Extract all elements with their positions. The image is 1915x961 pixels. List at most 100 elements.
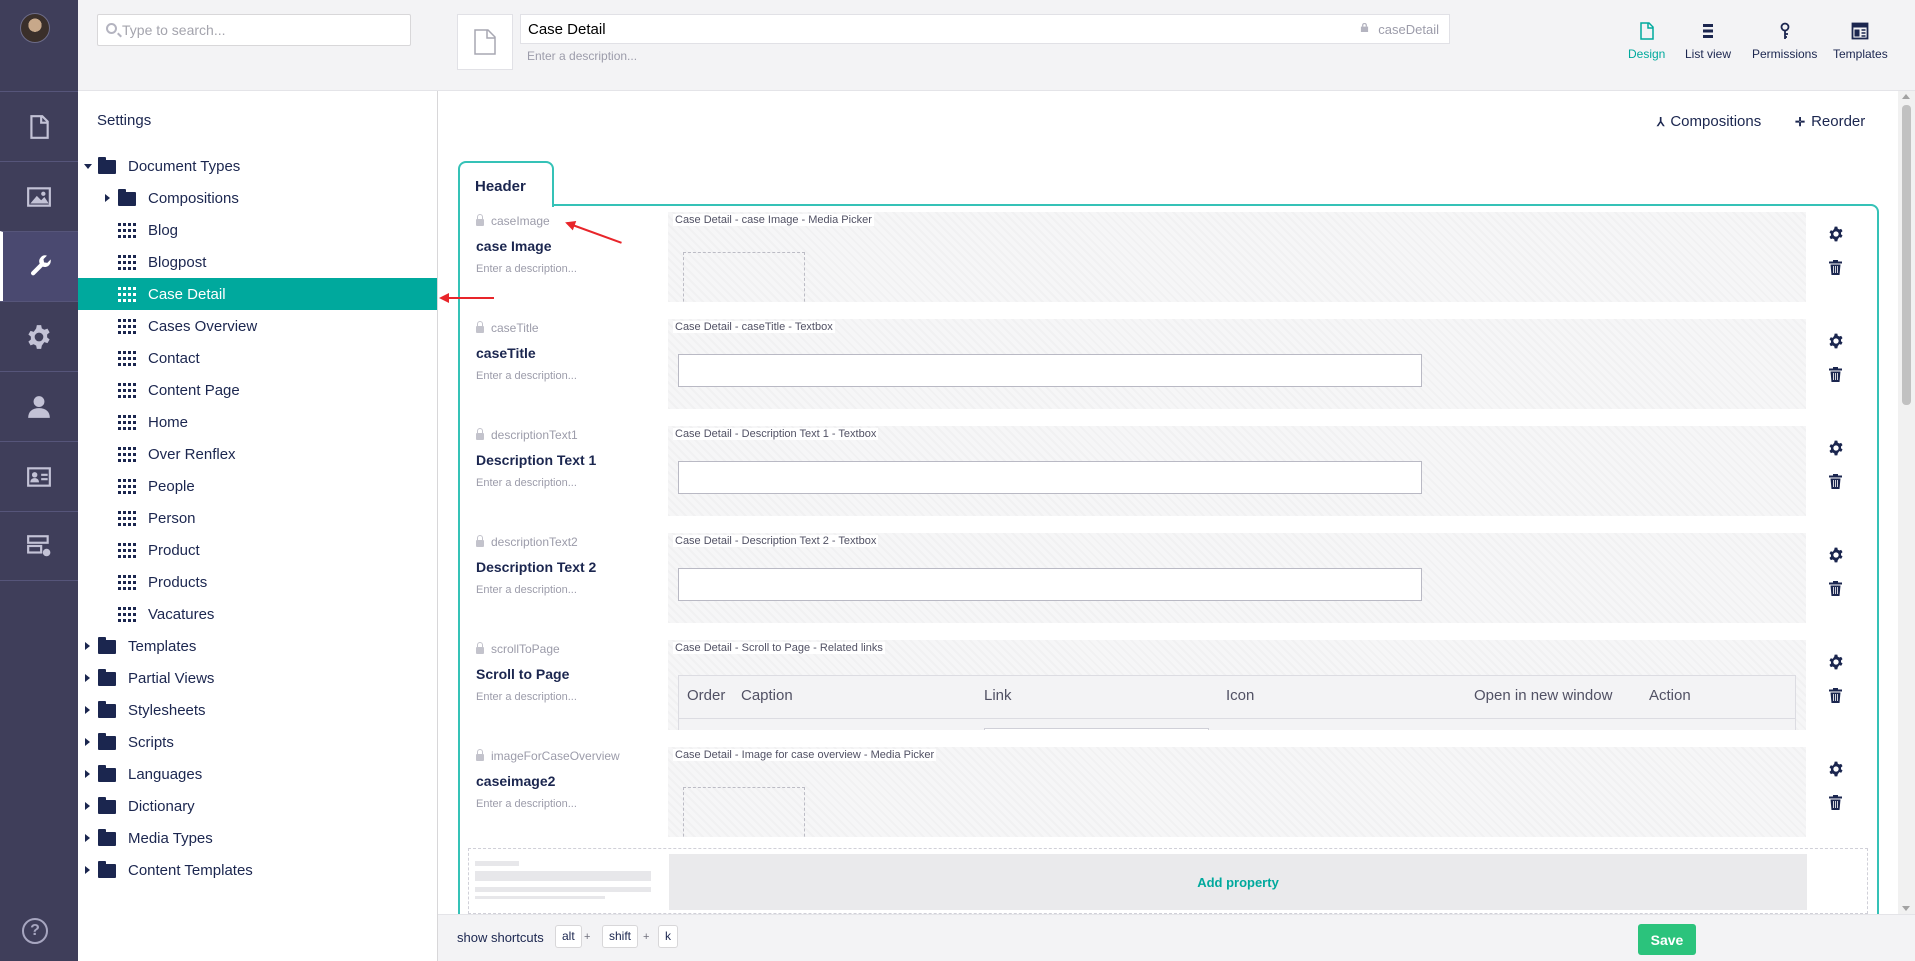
trash-icon[interactable]	[1829, 688, 1842, 703]
description-field[interactable]: Enter a description...	[527, 49, 637, 63]
compositions-button[interactable]: ⅄ Compositions	[1657, 113, 1761, 130]
tree-node-contact[interactable]: Contact	[78, 342, 437, 374]
avatar[interactable]	[20, 13, 50, 43]
search-field[interactable]	[97, 14, 411, 46]
gear-icon[interactable]	[1828, 547, 1844, 563]
tree-node-dictionary[interactable]: Dictionary	[78, 790, 437, 822]
members-section-button[interactable]	[0, 441, 78, 511]
tree-node-people[interactable]: People	[78, 470, 437, 502]
chevron-right-icon[interactable]	[85, 866, 90, 874]
tree-node-templates[interactable]: Templates	[78, 630, 437, 662]
users-section-button[interactable]	[0, 371, 78, 441]
name-field[interactable]: Case Detail caseDetail	[520, 14, 1450, 44]
forms-section-button[interactable]	[0, 511, 78, 581]
chevron-right-icon[interactable]	[85, 770, 90, 778]
tree-node-scripts[interactable]: Scripts	[78, 726, 437, 758]
packages-section-button[interactable]	[0, 301, 78, 371]
id-card-icon	[27, 466, 51, 487]
save-button[interactable]: Save	[1638, 924, 1696, 955]
tree-node-home[interactable]: Home	[78, 406, 437, 438]
tab-header[interactable]: Header	[458, 161, 554, 207]
property-editor-preview[interactable]: Case Detail - Description Text 2 - Textb…	[668, 533, 1806, 623]
scroll-up-icon[interactable]	[1902, 94, 1910, 99]
tree-node-case-detail[interactable]: Case Detail	[78, 278, 437, 310]
chevron-right-icon[interactable]	[85, 834, 90, 842]
property-description[interactable]: Enter a description...	[476, 263, 577, 275]
property-actions	[1824, 640, 1848, 730]
search-input[interactable]	[122, 15, 407, 45]
tree-node-languages[interactable]: Languages	[78, 758, 437, 790]
property-editor-preview[interactable]: Case Detail - caseTitle - Textbox	[668, 319, 1806, 409]
property-name[interactable]: caseimage2	[476, 773, 555, 789]
property-editor-preview[interactable]: Case Detail - Scroll to Page - Related l…	[668, 640, 1806, 730]
content-section-button[interactable]	[0, 91, 78, 161]
help-icon[interactable]: ?	[22, 918, 48, 944]
lock-icon[interactable]	[1360, 23, 1369, 32]
gear-icon[interactable]	[1828, 761, 1844, 777]
gear-icon[interactable]	[1828, 654, 1844, 670]
property-editor-preview[interactable]: Case Detail - Description Text 1 - Textb…	[668, 426, 1806, 516]
gear-icon[interactable]	[1828, 440, 1844, 456]
property-name[interactable]: caseTitle	[476, 345, 536, 361]
plus-sign: +	[643, 931, 650, 943]
tree-node-document-types[interactable]: Document Types	[78, 150, 437, 182]
tree-node-blogpost[interactable]: Blogpost	[78, 246, 437, 278]
scroll-down-icon[interactable]	[1902, 906, 1910, 911]
reorder-button[interactable]: ✛ Reorder	[1795, 113, 1865, 130]
tree-node-stylesheets[interactable]: Stylesheets	[78, 694, 437, 726]
scroll-thumb[interactable]	[1902, 105, 1911, 405]
tree-node-person[interactable]: Person	[78, 502, 437, 534]
chevron-right-icon[interactable]	[85, 802, 90, 810]
property-description[interactable]: Enter a description...	[476, 691, 577, 703]
tree-node-product[interactable]: Product	[78, 534, 437, 566]
tree-node-media-types[interactable]: Media Types	[78, 822, 437, 854]
trash-icon[interactable]	[1829, 795, 1842, 810]
tree-node-products[interactable]: Products	[78, 566, 437, 598]
property-description[interactable]: Enter a description...	[476, 370, 577, 382]
media-section-button[interactable]	[0, 161, 78, 231]
tree-node-partial-views[interactable]: Partial Views	[78, 662, 437, 694]
property-row: caseTitle caseTitle Enter a description.…	[476, 319, 1876, 415]
settings-section-button[interactable]	[0, 231, 78, 301]
tree-node-blog[interactable]: Blog	[78, 214, 437, 246]
shortcuts-link[interactable]: show shortcuts	[457, 930, 544, 945]
media-icon	[27, 186, 51, 207]
chevron-right-icon[interactable]	[85, 674, 90, 682]
chevron-right-icon[interactable]	[85, 738, 90, 746]
trash-icon[interactable]	[1829, 474, 1842, 489]
property-name[interactable]: case Image	[476, 238, 552, 254]
property-description[interactable]: Enter a description...	[476, 477, 577, 489]
trash-icon[interactable]	[1829, 367, 1842, 382]
scrollbar[interactable]	[1898, 91, 1915, 914]
view-permissions-button[interactable]: Permissions	[1752, 22, 1817, 61]
chevron-right-icon[interactable]	[85, 706, 90, 714]
tree-node-cases-overview[interactable]: Cases Overview	[78, 310, 437, 342]
view-list-button[interactable]: List view	[1685, 22, 1731, 61]
view-templates-button[interactable]: Templates	[1833, 22, 1888, 61]
add-property-button[interactable]: Add property	[669, 854, 1807, 910]
tree-node-content-page[interactable]: Content Page	[78, 374, 437, 406]
property-name[interactable]: Description Text 2	[476, 559, 596, 575]
property-description[interactable]: Enter a description...	[476, 584, 577, 596]
tree-node-over-renflex[interactable]: Over Renflex	[78, 438, 437, 470]
property-name[interactable]: Scroll to Page	[476, 666, 569, 682]
property-description[interactable]: Enter a description...	[476, 798, 577, 810]
tree-node-vacatures[interactable]: Vacatures	[78, 598, 437, 630]
tree-node-content-templates[interactable]: Content Templates	[78, 854, 437, 886]
tree-node-compositions[interactable]: Compositions	[78, 182, 437, 214]
gear-icon[interactable]	[1828, 333, 1844, 349]
property-alias: scrollToPage	[476, 641, 560, 656]
property-name[interactable]: Description Text 1	[476, 452, 596, 468]
doctype-icon-picker[interactable]	[457, 14, 513, 70]
trash-icon[interactable]	[1829, 581, 1842, 596]
trash-icon[interactable]	[1829, 260, 1842, 275]
gear-icon[interactable]	[1828, 226, 1844, 242]
chevron-right-icon[interactable]	[85, 642, 90, 650]
property-editor-preview[interactable]: Case Detail - case Image - Media Picker	[668, 212, 1806, 302]
property-editor-preview[interactable]: Case Detail - Image for case overview - …	[668, 747, 1806, 837]
textbox-preview	[678, 354, 1422, 387]
key-alt: alt	[555, 925, 582, 948]
chevron-down-icon[interactable]	[84, 164, 92, 169]
chevron-right-icon[interactable]	[105, 194, 110, 202]
view-design-button[interactable]: Design	[1628, 22, 1665, 61]
